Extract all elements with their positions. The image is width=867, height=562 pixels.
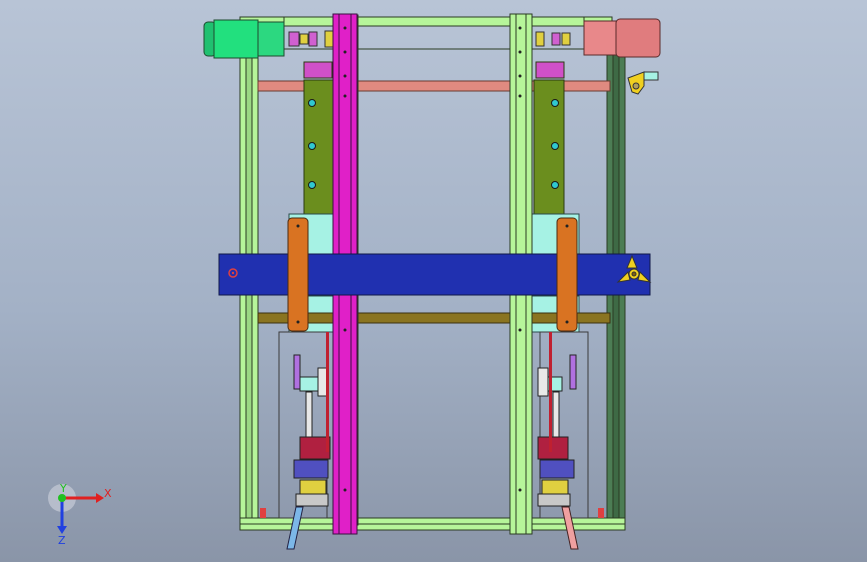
left-lower-mechanism	[293, 354, 331, 507]
right-motor	[583, 18, 661, 58]
y-axis-label: Y	[59, 482, 67, 495]
top-right-handle	[627, 71, 659, 95]
cad-model[interactable]: X Y Z	[0, 0, 867, 562]
right-lower-mechanism	[537, 354, 577, 507]
z-axis-label: Z	[58, 534, 66, 547]
x-axis-label: X	[104, 487, 112, 500]
axis-triad: X Y Z	[48, 482, 112, 547]
blue-cross-beam	[218, 253, 651, 296]
left-motor	[203, 19, 285, 59]
cad-viewport[interactable]: X Y Z	[0, 0, 867, 562]
